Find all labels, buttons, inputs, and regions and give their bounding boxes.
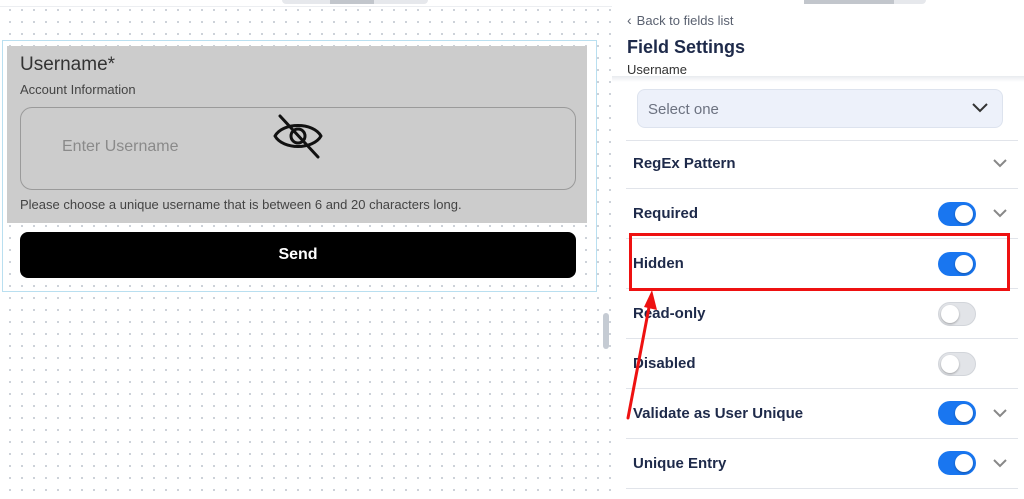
username-placeholder: Enter Username	[62, 138, 179, 155]
chevron-down-icon[interactable]	[991, 458, 1009, 470]
panel-resize-handle[interactable]	[603, 313, 609, 349]
validate-unique-toggle[interactable]	[938, 401, 976, 425]
setting-unique-entry-label: Unique Entry	[633, 455, 727, 472]
toggle-knob	[955, 205, 973, 223]
toggle-knob	[941, 355, 959, 373]
panel-tab-bar[interactable]	[804, 0, 926, 4]
field-section-label: Account Information	[20, 82, 136, 97]
toggle-knob	[955, 404, 973, 422]
toggle-knob	[955, 454, 973, 472]
eye-off-icon	[273, 114, 323, 159]
chevron-down-icon[interactable]	[991, 408, 1009, 420]
panel-tab-active[interactable]	[804, 0, 894, 4]
setting-regex-label: RegEx Pattern	[633, 155, 736, 172]
row-divider	[626, 188, 1018, 189]
panel-subtitle: Username	[627, 62, 687, 77]
setting-required-label: Required	[633, 205, 699, 222]
panel-header-shadow	[612, 76, 1024, 82]
chevron-left-icon: ‹	[627, 12, 632, 28]
row-divider	[626, 488, 1018, 489]
canvas-tab-active[interactable]	[330, 0, 374, 4]
field-title: Username*	[20, 54, 116, 75]
field-help-text: Please choose a unique username that is …	[20, 197, 462, 212]
canvas-top-divider	[0, 6, 612, 7]
option-select-value: Select one	[648, 101, 719, 118]
readonly-toggle[interactable]	[938, 302, 976, 326]
toggle-knob	[941, 305, 959, 323]
back-link-label: Back to fields list	[636, 12, 734, 28]
annotation-arrow	[626, 290, 657, 420]
row-divider	[626, 438, 1018, 439]
row-divider	[626, 388, 1018, 389]
disabled-toggle[interactable]	[938, 352, 976, 376]
chevron-down-icon[interactable]	[991, 208, 1009, 220]
unique-entry-toggle[interactable]	[938, 451, 976, 475]
required-toggle[interactable]	[938, 202, 976, 226]
panel-title: Field Settings	[627, 37, 746, 57]
chevron-down-icon[interactable]	[971, 101, 989, 115]
canvas-tab-bar[interactable]	[282, 0, 428, 4]
send-button[interactable]: Send	[20, 232, 576, 278]
hidden-setting-highlight	[629, 233, 1010, 291]
row-divider	[626, 140, 1018, 141]
back-to-fields-link[interactable]: ‹ Back to fields list	[627, 12, 734, 28]
chevron-down-icon[interactable]	[991, 158, 1009, 170]
row-divider	[626, 338, 1018, 339]
